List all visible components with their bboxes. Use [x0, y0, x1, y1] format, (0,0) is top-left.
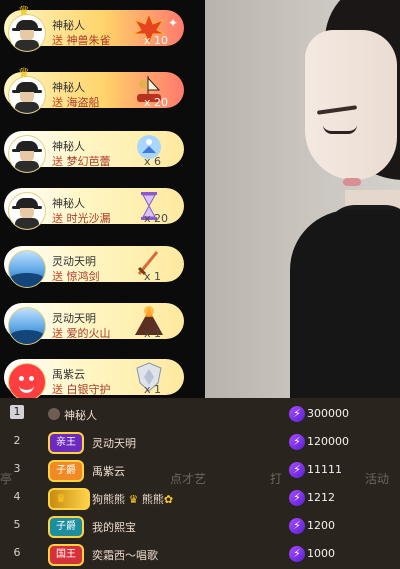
avatar[interactable] — [8, 250, 46, 288]
ranking-score: 120000 — [307, 435, 349, 448]
rank-number: 5 — [13, 518, 21, 531]
ranking-row[interactable]: 2 亲王 灵动天明 ⚡ 120000 — [0, 428, 400, 456]
gift-quantity: x 6 — [144, 155, 162, 168]
noble-badge: 子爵 — [48, 516, 84, 538]
live-stage: ♛ 神秘人 送 神兽朱雀 x 10 ✦ ♛ 神秘人 送 海盗船 x 20 神秘人 — [0, 0, 400, 401]
gift-row: 灵动天明 送 惊鸿剑 x 1 — [0, 242, 190, 288]
sweater-shape — [290, 210, 400, 398]
sender-name: 神秘人 — [52, 140, 85, 153]
rank-number: 6 — [13, 546, 21, 559]
eye-shape — [323, 125, 357, 134]
sender-name: 灵动天明 — [52, 255, 96, 268]
ranking-row[interactable]: 1 神秘人 ⚡ 300000 — [0, 400, 400, 428]
gift-quantity: x 1 — [144, 383, 162, 396]
crown-icon: ♛ — [18, 4, 30, 19]
ranking-name: 狗熊熊 ♛ 熊熊✿ — [92, 493, 174, 506]
gift-line: 送 惊鸿剑 — [52, 270, 100, 283]
rank-number: 2 — [13, 434, 21, 447]
gift-ranking: 亭 点才艺 打 活动 1 神秘人 ⚡ 300000 2 亲王 灵动天明 ⚡ 12… — [0, 398, 400, 569]
gift-line: 送 海盗船 — [52, 96, 100, 109]
gift-line: 送 爱的火山 — [52, 327, 111, 340]
avatar[interactable] — [8, 135, 46, 173]
ranking-score: 11111 — [307, 463, 342, 476]
lightning-icon: ⚡ — [289, 518, 305, 534]
ranking-score: 1000 — [307, 547, 335, 560]
gift-row: ♛ 神秘人 送 海盗船 x 20 — [0, 66, 190, 114]
sender-name: 神秘人 — [52, 197, 85, 210]
lightning-icon: ⚡ — [289, 434, 305, 450]
rank-number: 4 — [13, 490, 21, 503]
gift-row: ♛ 神秘人 送 神兽朱雀 x 10 ✦ — [0, 4, 190, 52]
gift-quantity: x 20 — [144, 212, 169, 225]
lips-shape — [343, 178, 361, 186]
avatar[interactable] — [8, 14, 46, 52]
crown-icon: ♛ — [18, 66, 30, 81]
gift-row: 禹紫云 送 白银守护 x 1 — [0, 355, 190, 401]
lightning-icon: ⚡ — [289, 546, 305, 562]
sender-name: 神秘人 — [52, 19, 85, 32]
rank-number: 1 — [10, 405, 24, 419]
gift-pill[interactable]: 神秘人 送 梦幻芭蕾 x 6 — [4, 131, 184, 173]
ranking-name: 奕霜西～唱歌 — [92, 549, 158, 562]
gift-pill[interactable]: ♛ 神秘人 送 海盗船 x 20 — [4, 66, 184, 114]
sparkle-icon: ✦ — [168, 16, 179, 30]
gift-line: 送 神兽朱雀 — [52, 34, 111, 47]
gift-line: 送 梦幻芭蕾 — [52, 155, 111, 168]
ranking-score: 1200 — [307, 519, 335, 532]
lightning-icon: ⚡ — [289, 490, 305, 506]
crown-icon: ♛ — [125, 493, 142, 506]
ranking-row[interactable]: 5 子爵 我的熙宝 ⚡ 1200 — [0, 512, 400, 540]
star-icon: ✿ — [163, 493, 174, 506]
avatar[interactable] — [8, 363, 46, 401]
ranking-row[interactable]: 3 子爵 禹紫云 ⚡ 11111 — [0, 456, 400, 484]
noble-badge: 子爵 — [48, 460, 84, 482]
ranking-row[interactable]: 6 国王 奕霜西～唱歌 ⚡ 1000 — [0, 540, 400, 568]
gift-row: 灵动天明 送 爱的火山 x 1 — [0, 299, 190, 345]
gift-pill[interactable]: ♛ 神秘人 送 神兽朱雀 x 10 ✦ — [4, 4, 184, 52]
ranking-score: 300000 — [307, 407, 349, 420]
gift-pill[interactable]: 神秘人 送 时光沙漏 x 20 — [4, 188, 184, 230]
lightning-icon: ⚡ — [289, 462, 305, 478]
ranking-name: 灵动天明 — [92, 437, 136, 450]
gift-quantity: x 1 — [144, 327, 162, 340]
gift-pill[interactable]: 禹紫云 送 白银守护 x 1 — [4, 359, 184, 401]
gift-pill[interactable]: 灵动天明 送 爱的火山 x 1 — [4, 303, 184, 345]
sender-name: 灵动天明 — [52, 312, 96, 325]
ranking-name: 神秘人 — [64, 409, 97, 422]
gift-row: 神秘人 送 时光沙漏 x 20 — [0, 184, 190, 230]
rank-number: 3 — [13, 462, 21, 475]
avatar[interactable] — [8, 307, 46, 345]
gift-pill[interactable]: 灵动天明 送 惊鸿剑 x 1 — [4, 246, 184, 288]
gift-quantity: x 20 — [144, 96, 169, 109]
gift-line: 送 时光沙漏 — [52, 212, 111, 225]
gift-row: 神秘人 送 梦幻芭蕾 x 6 — [0, 127, 190, 173]
ranking-row[interactable]: 4 ♛ 狗熊熊 ♛ 熊熊✿ ⚡ 1212 — [0, 484, 400, 512]
lightning-icon: ⚡ — [289, 406, 305, 422]
ranking-name: 我的熙宝 — [92, 521, 136, 534]
streamer-video — [205, 0, 400, 398]
crown-icon: ♛ — [56, 492, 66, 505]
avatar — [48, 408, 60, 420]
avatar[interactable] — [8, 76, 46, 114]
gift-quantity: x 1 — [144, 270, 162, 283]
avatar[interactable] — [8, 192, 46, 230]
ranking-name: 禹紫云 — [92, 465, 125, 478]
noble-badge: 国王 — [48, 544, 84, 566]
gift-quantity: x 10 — [144, 34, 169, 47]
gift-line: 送 白银守护 — [52, 383, 111, 396]
sender-name: 神秘人 — [52, 81, 85, 94]
ranking-score: 1212 — [307, 491, 335, 504]
crown-badge: ♛ — [48, 488, 90, 510]
noble-badge: 亲王 — [48, 432, 84, 454]
sender-name: 禹紫云 — [52, 368, 85, 381]
